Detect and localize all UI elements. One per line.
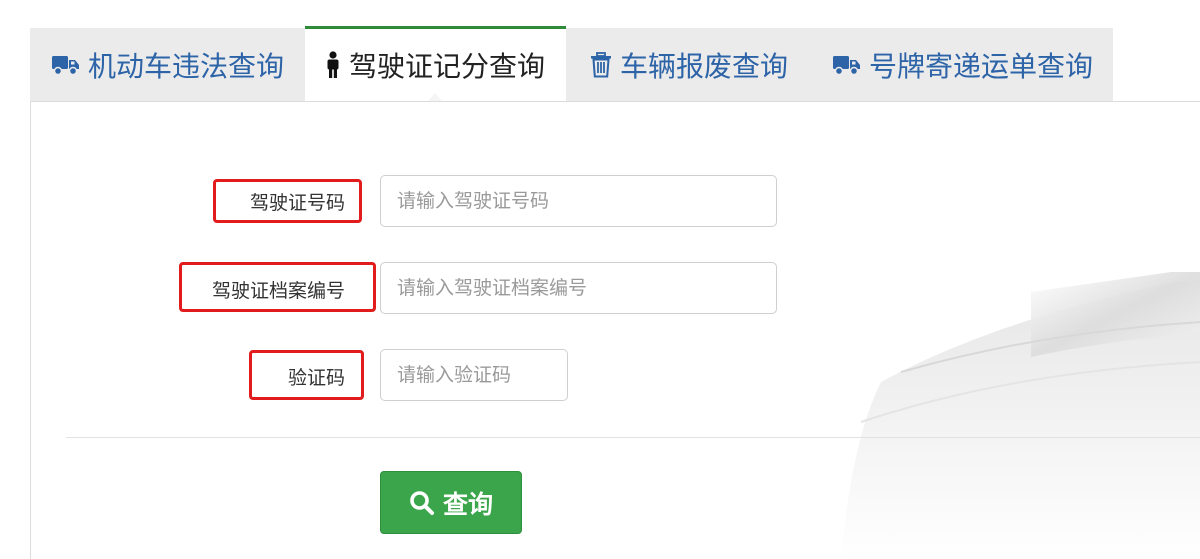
tab-plate-delivery[interactable]: 号牌寄递运单查询 <box>833 28 1093 101</box>
tab-label: 车辆报废查询 <box>620 49 789 83</box>
tab-label: 机动车违法查询 <box>88 49 285 83</box>
license-number-label: 驾驶证号码 <box>249 192 345 214</box>
tab-vehicle-scrap[interactable]: 车辆报废查询 <box>590 28 788 101</box>
tab-license-points[interactable]: 驾驶证记分查询 <box>305 26 566 102</box>
captcha-label: 验证码 <box>287 367 345 389</box>
archive-number-label: 驾驶证档案编号 <box>211 280 345 302</box>
decorative-background-image <box>841 272 1200 559</box>
trash-icon <box>590 51 612 78</box>
truck-icon <box>833 54 861 76</box>
person-icon <box>325 51 341 79</box>
tab-label: 号牌寄递运单查询 <box>869 49 1094 83</box>
query-button[interactable]: 查询 <box>380 471 522 534</box>
form-divider <box>66 437 1200 438</box>
query-button-label: 查询 <box>442 489 493 519</box>
query-form-panel: 驾驶证号码 驾驶证档案编号 验证码 查询 <box>30 101 1200 559</box>
query-tab-bar: 机动车违法查询 驾驶证记分查询 车辆报废查询 号牌寄递运单查询 <box>30 26 1113 102</box>
captcha-input[interactable] <box>380 349 568 401</box>
tab-label: 驾驶证记分查询 <box>349 50 546 83</box>
tab-vehicle-violation[interactable]: 机动车违法查询 <box>52 28 284 101</box>
license-number-input[interactable] <box>380 175 777 227</box>
truck-icon <box>52 54 80 76</box>
archive-number-input[interactable] <box>380 262 777 314</box>
search-icon <box>409 490 435 516</box>
